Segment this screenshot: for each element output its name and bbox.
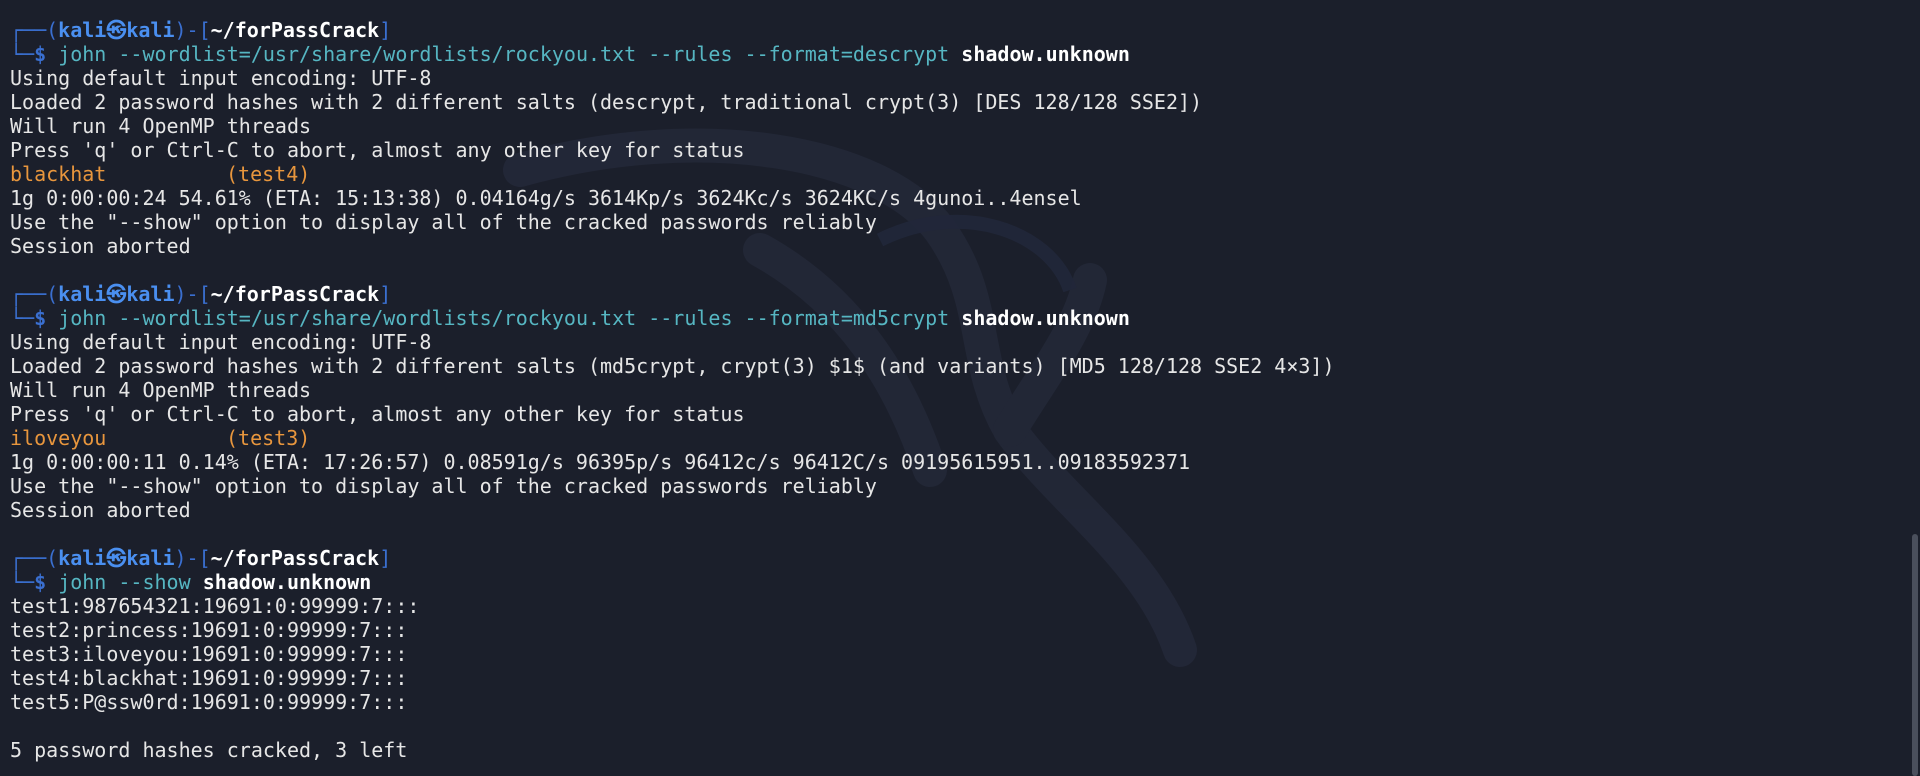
prompt-frame: └─ [10,570,35,594]
prompt-frame: )-[ [174,18,211,42]
output-line: 1g 0:00:00:11 0.14% (ETA: 17:26:57) 0.08… [10,450,1191,474]
prompt-frame: ┌──( [10,546,59,570]
show-result-line: test5:P@ssw0rd:19691:0:99999:7::: [10,690,408,714]
prompt-line: ┌──(kali㉿kali)-[~/forPassCrack] [10,18,1890,42]
cracked-password: iloveyou [10,426,107,450]
prompt-frame: ] [379,18,392,42]
command-line: └─$ john --wordlist=/usr/share/wordlists… [10,306,1890,330]
prompt-user: kali㉿kali [58,546,175,570]
output-line: Use the "--show" option to display all o… [10,474,877,498]
prompt-user: kali㉿kali [58,282,175,306]
prompt-user: kali㉿kali [58,18,175,42]
cracked-result-line: iloveyou (test3) [10,426,1890,450]
output-line: Loaded 2 password hashes with 2 differen… [10,90,1203,114]
prompt-dollar: $ [34,306,47,330]
prompt-frame: )-[ [174,282,211,306]
cracked-result-line: blackhat (test4) [10,162,1890,186]
show-result-line: test4:blackhat:19691:0:99999:7::: [10,666,408,690]
command-target: shadow.unknown [202,570,372,594]
prompt-dollar: $ [34,42,47,66]
prompt-path: ~/forPassCrack [210,546,380,570]
prompt-line: ┌──(kali㉿kali)-[~/forPassCrack] [10,282,1890,306]
output-line: Will run 4 OpenMP threads [10,378,312,402]
output-line: Using default input encoding: UTF-8 [10,330,432,354]
summary-line: 5 password hashes cracked, 3 left [10,738,408,762]
scrollbar-thumb[interactable] [1912,534,1918,776]
output-line: Press 'q' or Ctrl-C to abort, almost any… [10,402,745,426]
command-target: shadow.unknown [961,42,1130,66]
command-line: └─$ john --wordlist=/usr/share/wordlists… [10,42,1890,66]
cracked-user: (test3) [226,426,311,450]
output-line: 1g 0:00:00:24 54.61% (ETA: 15:13:38) 0.0… [10,186,1082,210]
prompt-frame: ┌──( [10,18,59,42]
command-text: john --wordlist=/usr/share/wordlists/roc… [58,42,950,66]
prompt-path: ~/forPassCrack [210,18,380,42]
output-line: Press 'q' or Ctrl-C to abort, almost any… [10,138,745,162]
prompt-dollar: $ [34,570,47,594]
show-result-line: test2:princess:19691:0:99999:7::: [10,618,408,642]
command-target: shadow.unknown [961,306,1130,330]
command-text: john --show [58,570,191,594]
prompt-path: ~/forPassCrack [210,282,380,306]
prompt-frame: └─ [10,42,35,66]
output-line: Using default input encoding: UTF-8 [10,66,432,90]
output-line: Use the "--show" option to display all o… [10,210,877,234]
command-text: john --wordlist=/usr/share/wordlists/roc… [58,306,950,330]
show-result-line: test3:iloveyou:19691:0:99999:7::: [10,642,408,666]
cracked-user: (test4) [226,162,311,186]
prompt-frame: └─ [10,306,35,330]
prompt-frame: )-[ [174,546,211,570]
cracked-password: blackhat [10,162,107,186]
prompt-frame: ] [379,282,392,306]
terminal-output[interactable]: ┌──(kali㉿kali)-[~/forPassCrack] └─$ john… [10,18,1890,762]
show-result-line: test1:987654321:19691:0:99999:7::: [10,594,420,618]
output-line: Session aborted [10,498,191,522]
prompt-frame: ] [379,546,392,570]
command-line: └─$ john --show shadow.unknown [10,570,1890,594]
output-line: Will run 4 OpenMP threads [10,114,312,138]
prompt-line: ┌──(kali㉿kali)-[~/forPassCrack] [10,546,1890,570]
prompt-frame: ┌──( [10,282,59,306]
output-line: Loaded 2 password hashes with 2 differen… [10,354,1335,378]
output-line: Session aborted [10,234,191,258]
